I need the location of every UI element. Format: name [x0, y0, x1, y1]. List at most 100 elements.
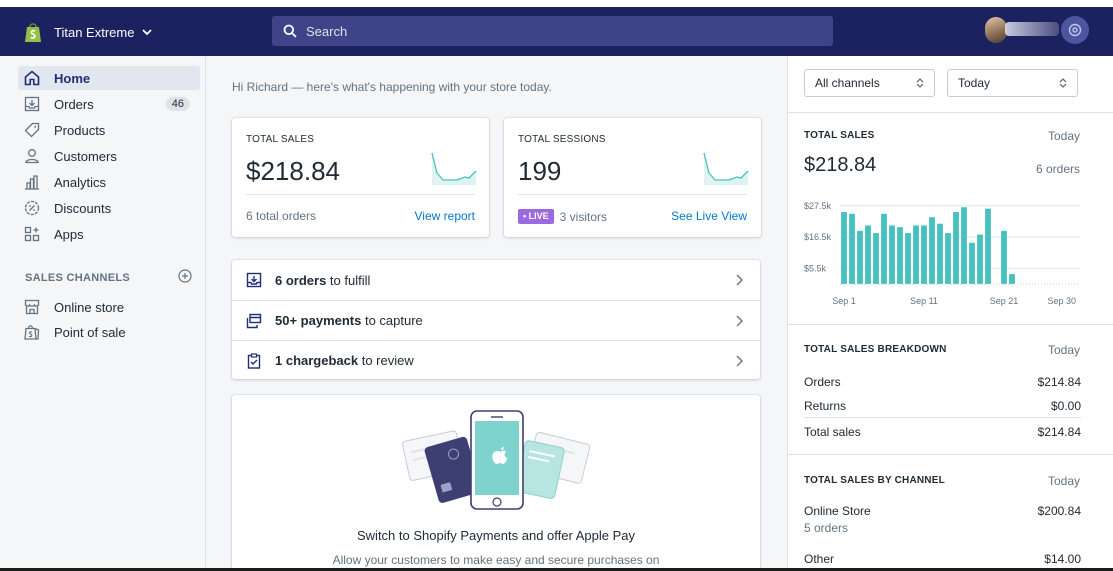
select-arrows-icon — [1059, 78, 1067, 88]
right-sales-panel: All channels Today TOTAL SALES Today $21… — [787, 56, 1113, 568]
chart-bar[interactable] — [961, 207, 967, 284]
sidebar-item-customers[interactable]: Customers — [18, 144, 200, 168]
by-channel-heading: TOTAL SALES BY CHANNEL — [804, 475, 945, 486]
task-capture-payments[interactable]: 50+ payments to capture — [232, 300, 760, 340]
select-arrows-icon — [916, 78, 924, 88]
chart-bar[interactable] — [985, 208, 991, 284]
chart-bar[interactable] — [969, 242, 975, 284]
view-report-link[interactable]: View report — [415, 209, 475, 223]
chart-bar[interactable] — [929, 217, 935, 284]
chart-bar[interactable] — [841, 212, 847, 284]
task-count: 1 chargeback — [275, 353, 359, 368]
task-count: 50+ payments — [275, 313, 362, 328]
channel-select[interactable]: All channels — [804, 69, 935, 97]
panel-divider — [788, 324, 1113, 325]
store-switcher[interactable]: Titan Extreme — [24, 20, 153, 44]
y-tick-label: $27.5k — [804, 201, 832, 211]
sidebar-item-apps[interactable]: Apps — [18, 222, 200, 246]
tasks-card: 6 orders to fulfill 50+ payments to capt… — [232, 260, 760, 379]
promo-description: Allow your customers to make easy and se… — [332, 553, 660, 567]
add-channel-plus-icon[interactable] — [178, 269, 192, 283]
chart-bar[interactable] — [937, 223, 943, 284]
greeting-text: Hi Richard — here's what's happening wit… — [232, 80, 552, 94]
sidebar-item-label: Orders — [54, 96, 94, 112]
total-sales-card: TOTAL SALES $218.84 6 total orders View … — [232, 118, 489, 237]
sidebar-item-point-of-sale[interactable]: Point of sale — [18, 320, 200, 344]
apple-pay-promo-card: Switch to Shopify Payments and offer App… — [232, 395, 760, 568]
total-sessions-label: TOTAL SESSIONS — [518, 134, 606, 145]
chart-bar[interactable] — [921, 225, 927, 284]
breakdown-divider — [804, 417, 1081, 418]
sidebar-item-online-store[interactable]: Online store — [18, 295, 200, 319]
task-review-chargeback[interactable]: 1 chargeback to review — [232, 340, 760, 380]
sidebar-item-label: Online store — [54, 299, 125, 315]
search-input[interactable] — [306, 23, 786, 39]
apps-icon — [24, 226, 40, 242]
see-live-view-link[interactable]: See Live View — [671, 209, 747, 223]
sidebar-item-label: Apps — [54, 226, 84, 242]
search-bar[interactable] — [272, 16, 833, 46]
chart-bar[interactable] — [849, 213, 855, 284]
chevron-right-icon — [736, 355, 743, 367]
chevron-right-icon — [736, 315, 743, 327]
card-divider — [518, 194, 747, 195]
live-badge: • LIVE — [518, 209, 554, 224]
total-orders-label: 6 total orders — [246, 209, 317, 223]
top-bar: Titan Extreme — [0, 0, 1113, 56]
breakdown-value: $214.84 — [1037, 425, 1081, 439]
promo-title: Switch to Shopify Payments and offer App… — [357, 528, 635, 543]
sidebar-item-label: Customers — [54, 148, 117, 164]
chart-bar[interactable] — [881, 213, 887, 284]
sidebar-item-label: Home — [54, 70, 91, 86]
x-tick-label: Sep 21 — [990, 296, 1019, 306]
settings-icon[interactable] — [1061, 16, 1089, 44]
clipboard-icon — [247, 352, 261, 369]
orders-count-badge: 46 — [165, 97, 190, 111]
shopify-bag-icon — [25, 22, 41, 42]
sidebar-item-products[interactable]: Products — [18, 118, 200, 142]
date-range-select[interactable]: Today — [947, 69, 1078, 97]
sales-channels-heading: SALES CHANNELS — [25, 272, 131, 284]
chart-bar[interactable] — [857, 230, 863, 284]
chart-bar[interactable] — [945, 233, 951, 284]
rp-total-sales-heading: TOTAL SALES — [804, 130, 875, 141]
discount-icon — [24, 200, 40, 216]
chevron-down-icon — [142, 29, 153, 36]
chart-bar[interactable] — [913, 225, 919, 284]
chart-bar[interactable] — [1001, 230, 1007, 284]
total-orders-text: 6 total orders — [246, 209, 316, 223]
sidebar-item-analytics[interactable]: Analytics — [18, 170, 200, 194]
chart-bar[interactable] — [953, 212, 959, 284]
channel-value: $200.84 — [1037, 504, 1081, 518]
chart-bar[interactable] — [873, 233, 879, 284]
task-label: 50+ payments to capture — [275, 313, 423, 328]
chart-bar[interactable] — [1009, 274, 1015, 284]
chart-bar[interactable] — [905, 233, 911, 284]
task-label: 6 orders to fulfill — [275, 273, 370, 288]
total-sales-label: TOTAL SALES — [246, 134, 315, 145]
account-name-blurred[interactable] — [1005, 22, 1059, 36]
avatar[interactable] — [985, 17, 1007, 43]
x-tick-label: Sep 30 — [1047, 296, 1076, 306]
channel-label: Online Store — [804, 504, 871, 518]
channel-value: $14.00 — [1044, 552, 1081, 566]
gear-icon — [1068, 23, 1082, 37]
rp-total-sales-value: $218.84 — [804, 154, 877, 176]
task-description: to fulfill — [326, 272, 371, 288]
store-name: Titan Extreme — [54, 24, 135, 40]
sidebar-item-label: Products — [54, 122, 106, 138]
visitors-count: 3 visitors — [559, 209, 607, 224]
sidebar-item-home[interactable]: Home — [18, 66, 200, 90]
sidebar-item-discounts[interactable]: Discounts — [18, 196, 200, 220]
sidebar-item-orders[interactable]: Orders 46 — [18, 92, 200, 116]
bar-chart-icon — [24, 174, 40, 190]
by-channel-period: Today — [1047, 474, 1080, 488]
chart-bar[interactable] — [897, 227, 903, 284]
chart-bar[interactable] — [889, 225, 895, 284]
chart-bar[interactable] — [977, 234, 983, 284]
payment-cards-illustration-icon — [402, 410, 591, 510]
home-icon — [24, 70, 40, 86]
chart-bar[interactable] — [865, 225, 871, 284]
task-fulfill-orders[interactable]: 6 orders to fulfill — [232, 260, 760, 300]
fulfill-icon — [246, 272, 262, 288]
